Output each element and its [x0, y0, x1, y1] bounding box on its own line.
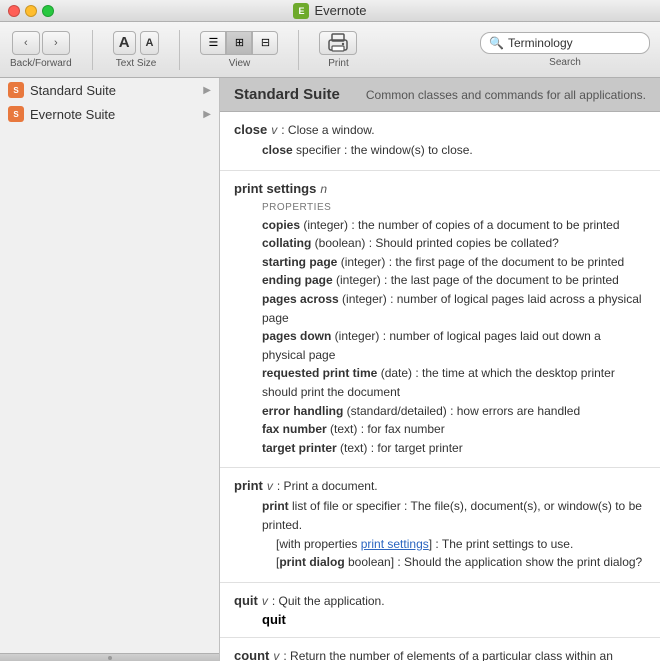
separator-3 — [298, 30, 299, 70]
entry-count: count v : Return the number of elements … — [220, 638, 660, 661]
search-icon: 🔍 — [489, 36, 504, 50]
sidebar-resizer[interactable] — [0, 653, 219, 661]
entry-print-title: print v : Print a document. — [234, 478, 646, 493]
search-input[interactable] — [508, 36, 638, 50]
entry-print-settings: print settings n PROPERTIES copies (inte… — [220, 171, 660, 469]
print-settings-link[interactable]: print settings — [361, 537, 429, 551]
print-icon — [327, 33, 349, 53]
prop-error-handling: error handling (standard/detailed) : how… — [234, 402, 646, 421]
search-container: 🔍 Search — [480, 32, 650, 68]
entry-quit-indent: quit — [234, 612, 646, 627]
content-pane: Standard Suite Common classes and comman… — [220, 78, 660, 661]
traffic-lights — [8, 5, 54, 17]
prop-collating: collating (boolean) : Should printed cop… — [234, 234, 646, 253]
properties-label: PROPERTIES — [234, 202, 646, 213]
entry-close: close v : Close a window. close specifie… — [220, 112, 660, 171]
close-specifier-name: close — [262, 143, 293, 157]
suite-description: Common classes and commands for all appl… — [366, 88, 646, 102]
entry-quit-desc: : Quit the application. — [272, 594, 385, 608]
prop-fax-number: fax number (text) : for fax number — [234, 420, 646, 439]
prop-target-printer: target printer (text) : for target print… — [234, 439, 646, 458]
prop-copies: copies (integer) : the number of copies … — [234, 216, 646, 235]
view-grid-button[interactable]: ⊞ — [226, 31, 252, 55]
entry-count-title: count v : Return the number of elements … — [234, 648, 646, 661]
text-size-large-button[interactable]: A — [113, 31, 136, 55]
prop-requested-print-time: requested print time (date) : the time a… — [234, 364, 646, 401]
entry-count-desc: : Return the number of elements of a par… — [283, 649, 646, 661]
view-group: ☰ ⊞ ⊟ View — [200, 31, 278, 69]
main-area: S Standard Suite ▶ S Evernote Suite ▶ St… — [0, 78, 660, 661]
zoom-button[interactable] — [42, 5, 54, 17]
entry-quit-type: v — [262, 594, 268, 608]
suite-header: Standard Suite Common classes and comman… — [220, 78, 660, 112]
prop-pages-across: pages across (integer) : number of logic… — [234, 290, 646, 327]
sidebar-icon-evernote: S — [8, 106, 24, 122]
sidebar-label-evernote-suite: Evernote Suite — [30, 107, 115, 122]
view-list-button[interactable]: ☰ — [200, 31, 226, 55]
back-forward-label: Back/Forward — [10, 58, 72, 69]
entry-print-settings-name: print settings — [234, 181, 316, 196]
view-detail-button[interactable]: ⊟ — [252, 31, 278, 55]
forward-button[interactable]: › — [42, 31, 70, 55]
entry-print-settings-title: print settings n — [234, 181, 646, 196]
entry-quit-name: quit — [234, 593, 258, 608]
sidebar: S Standard Suite ▶ S Evernote Suite ▶ — [0, 78, 220, 661]
sidebar-icon-standard: S — [8, 82, 24, 98]
resize-dot — [108, 656, 112, 660]
entry-print-name: print — [234, 478, 263, 493]
entry-quit: quit v : Quit the application. quit — [220, 583, 660, 638]
minimize-button[interactable] — [25, 5, 37, 17]
entry-count-name: count — [234, 648, 269, 661]
toolbar: ‹ › Back/Forward A A Text Size ☰ ⊞ ⊟ Vie… — [0, 22, 660, 78]
back-forward-group: ‹ › Back/Forward — [10, 31, 72, 69]
entry-close-indent: close specifier : the window(s) to close… — [234, 141, 646, 160]
entry-close-title: close v : Close a window. — [234, 122, 646, 137]
window-title: E Evernote — [293, 3, 366, 19]
sidebar-label-standard-suite: Standard Suite — [30, 83, 116, 98]
view-label: View — [229, 58, 251, 69]
entry-close-desc: : Close a window. — [281, 123, 374, 137]
prop-ending-page: ending page (integer) : the last page of… — [234, 271, 646, 290]
back-button[interactable]: ‹ — [12, 31, 40, 55]
sidebar-list: S Standard Suite ▶ S Evernote Suite ▶ — [0, 78, 219, 653]
prop-starting-page: starting page (integer) : the first page… — [234, 253, 646, 272]
text-size-small-button[interactable]: A — [140, 31, 160, 55]
entry-quit-title: quit v : Quit the application. — [234, 593, 646, 608]
print-dialog-line: [print dialog boolean] : Should the appl… — [262, 553, 646, 572]
close-specifier-rest: specifier : the window(s) to close. — [296, 143, 473, 157]
sidebar-item-evernote-suite[interactable]: S Evernote Suite ▶ — [0, 102, 219, 126]
text-size-group: A A Text Size — [113, 31, 160, 69]
entry-print-settings-type: n — [320, 182, 327, 196]
sidebar-item-standard-suite[interactable]: S Standard Suite ▶ — [0, 78, 219, 102]
print-button[interactable] — [319, 31, 357, 55]
close-button[interactable] — [8, 5, 20, 17]
text-size-controls: A A — [113, 31, 160, 55]
search-label: Search — [549, 57, 581, 68]
sidebar-arrow-standard: ▶ — [203, 85, 211, 96]
entry-print-desc: : Print a document. — [277, 479, 378, 493]
search-input-wrap[interactable]: 🔍 — [480, 32, 650, 54]
quit-keyword: quit — [262, 612, 286, 627]
sidebar-arrow-evernote: ▶ — [203, 109, 211, 120]
entry-print-indent: print list of file or specifier : The fi… — [234, 497, 646, 571]
close-specifier-line: close specifier : the window(s) to close… — [262, 143, 473, 157]
entry-close-type: v — [271, 123, 277, 137]
suite-title: Standard Suite — [234, 86, 340, 103]
separator-1 — [92, 30, 93, 70]
entry-print: print v : Print a document. print list o… — [220, 468, 660, 582]
back-forward-controls: ‹ › — [12, 31, 70, 55]
title-bar: E Evernote — [0, 0, 660, 22]
view-buttons: ☰ ⊞ ⊟ — [200, 31, 278, 55]
print-list-line: print list of file or specifier : The fi… — [262, 497, 646, 534]
entry-count-type: v — [273, 649, 279, 661]
print-with-properties-line: [with properties print settings] : The p… — [262, 535, 646, 554]
entry-close-name: close — [234, 122, 267, 137]
text-size-label: Text Size — [116, 58, 157, 69]
entry-print-type: v — [267, 479, 273, 493]
print-label: Print — [328, 58, 349, 69]
prop-pages-down: pages down (integer) : number of logical… — [234, 327, 646, 364]
print-group: Print — [319, 31, 357, 69]
separator-2 — [179, 30, 180, 70]
app-icon: E — [293, 3, 309, 19]
